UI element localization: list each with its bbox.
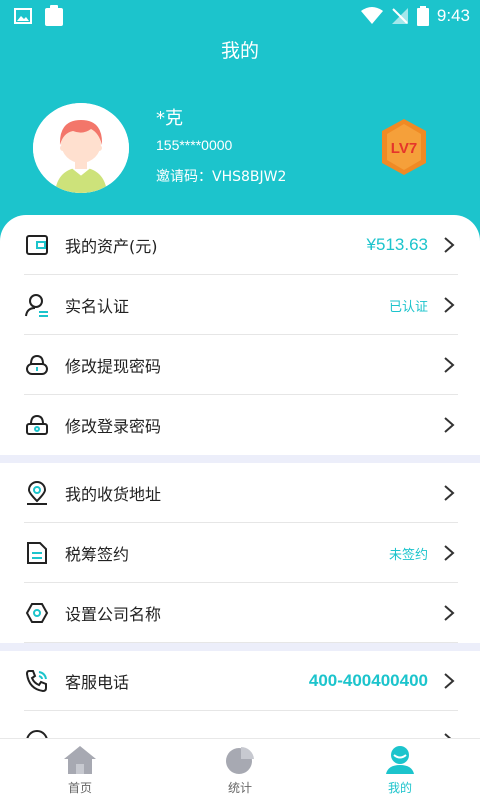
menu-label: 设置公司名称: [65, 605, 162, 624]
user-verify-icon: [24, 292, 50, 318]
status-bar: 9:43: [0, 0, 480, 32]
wifi-icon: [360, 7, 383, 24]
pie-chart-icon: [226, 746, 254, 774]
tab-profile[interactable]: 我的: [320, 739, 480, 800]
menu-label: 修改登录密码: [65, 417, 162, 436]
menu-row-login-password[interactable]: 修改登录密码: [0, 395, 480, 455]
service-phone-number: 400-400400400: [308, 671, 428, 690]
home-icon: [64, 746, 96, 774]
tab-statistics[interactable]: 统计: [160, 739, 320, 800]
page-title: 我的: [220, 40, 259, 62]
user-phone: 155****0000: [156, 137, 233, 153]
tab-label: 首页: [67, 781, 92, 795]
chevron-right-icon: [444, 357, 455, 373]
document-icon: [24, 540, 50, 566]
profile-header: 9:43 我的 *克 155****0000 邀请码：VHS8BJW2 LV7: [0, 0, 480, 245]
bottom-tab-bar: 首页 统计 我的: [0, 738, 480, 800]
location-icon: [24, 480, 50, 506]
lock-icon: [24, 412, 50, 438]
profile-icon: [386, 746, 414, 774]
chevron-right-icon: [444, 545, 455, 561]
menu-row-customer-service[interactable]: 客服电话 400-400400400: [0, 651, 480, 711]
image-notification-icon: [14, 8, 32, 24]
menu-row-withdraw-password[interactable]: 修改提现密码: [0, 335, 480, 395]
tab-label: 统计: [227, 781, 252, 795]
level-badge-label: LV7: [391, 140, 417, 157]
contract-status: 未签约: [388, 547, 428, 563]
menu-row-assets[interactable]: 我的资产(元) ¥513.63: [0, 215, 480, 275]
menu-label: 修改提现密码: [65, 357, 162, 376]
battery-icon: [416, 6, 429, 26]
invite-code: 邀请码：VHS8BJW2: [156, 169, 287, 185]
tab-label: 我的: [387, 781, 412, 795]
wallet-icon: [24, 232, 50, 258]
menu-row-verification[interactable]: 实名认证 已认证: [0, 275, 480, 335]
section-divider: [0, 643, 480, 651]
chevron-right-icon: [444, 417, 455, 433]
menu-label: 我的资产(元): [65, 237, 158, 256]
menu-row-address[interactable]: 我的收货地址: [0, 463, 480, 523]
menu-card: 我的资产(元) ¥513.63 实名认证 已认证 修改提现密码 修改登录密码 我…: [0, 215, 480, 755]
clipboard-notification-icon: [45, 5, 63, 26]
menu-label: 我的收货地址: [65, 485, 162, 504]
user-name: *克: [156, 108, 183, 129]
phone-icon: [24, 668, 50, 694]
lock-icon: [24, 352, 50, 378]
menu-label: 客服电话: [65, 673, 130, 692]
no-signal-icon: [391, 8, 408, 24]
menu-label: 实名认证: [65, 297, 130, 316]
section-divider: [0, 455, 480, 463]
chevron-right-icon: [444, 485, 455, 501]
level-badge: LV7: [380, 117, 428, 177]
assets-value: ¥513.63: [366, 235, 428, 254]
hexagon-icon: [24, 600, 50, 626]
tab-home[interactable]: 首页: [0, 739, 160, 800]
chevron-right-icon: [444, 297, 455, 313]
avatar[interactable]: [33, 103, 129, 193]
menu-label: 税筹签约: [65, 545, 130, 564]
chevron-right-icon: [444, 673, 455, 689]
menu-row-company-name[interactable]: 设置公司名称: [0, 583, 480, 643]
chevron-right-icon: [444, 605, 455, 621]
verification-status: 已认证: [388, 299, 428, 315]
status-time: 9:43: [436, 6, 470, 25]
menu-row-tax-contract[interactable]: 税筹签约 未签约: [0, 523, 480, 583]
chevron-right-icon: [444, 237, 455, 253]
avatar-illustration-icon: [33, 103, 129, 193]
